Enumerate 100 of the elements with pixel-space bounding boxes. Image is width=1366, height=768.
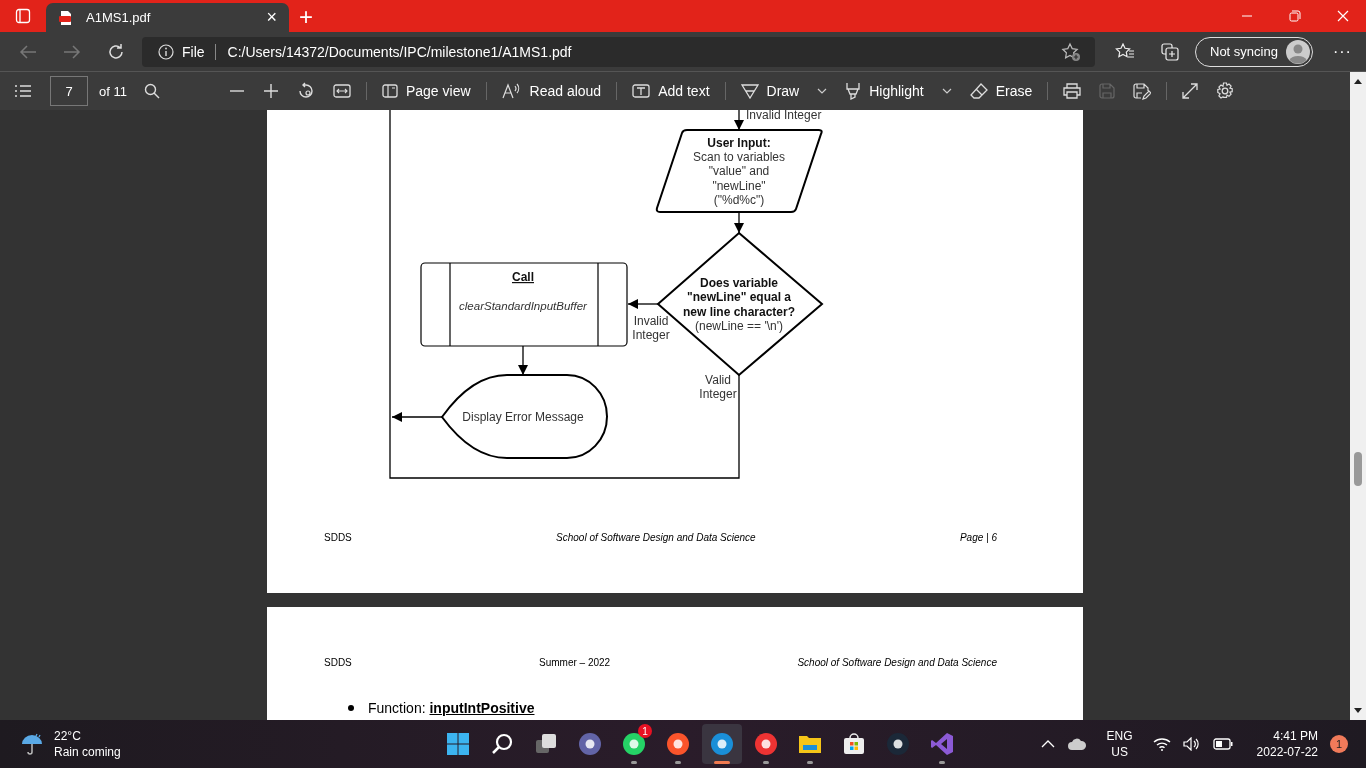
flow-arrow	[627, 298, 659, 310]
ribbon-logo-icon	[930, 732, 954, 756]
flow-label: Invalid Integer	[746, 110, 822, 122]
restore-icon[interactable]	[1289, 10, 1301, 22]
task-view-icon	[534, 732, 558, 756]
text-box-icon	[632, 84, 651, 98]
info-icon	[158, 43, 174, 60]
fit-width-icon[interactable]	[332, 84, 351, 98]
page-view-icon	[381, 83, 398, 99]
taskbar-app-button[interactable]: 1	[614, 724, 654, 764]
taskbar-app-button[interactable]	[702, 724, 742, 764]
scroll-down-icon[interactable]	[1354, 708, 1362, 714]
footer-left: SDDS	[324, 532, 352, 543]
language-indicator[interactable]: ENG US	[1106, 728, 1133, 760]
app-icon	[754, 732, 778, 756]
forward-arrow-icon[interactable]	[63, 43, 81, 60]
collections-icon[interactable]	[1160, 41, 1180, 62]
header-right: School of Software Design and Data Science	[797, 657, 997, 668]
address-field[interactable]: File C:/Users/14372/Documents/IPC/milestone1/A1MS1.pdf	[142, 36, 1095, 67]
running-indicator	[807, 761, 813, 764]
app-icon	[666, 732, 690, 756]
flow-label: Invalid Integer	[632, 314, 670, 343]
url-text: C:/Users/14372/Documents/IPC/milestone1/A1MS1.pdf	[227, 43, 572, 60]
eraser-icon	[969, 83, 988, 99]
notification-badge: 1	[638, 724, 652, 738]
scheme-label: File	[182, 43, 205, 60]
save-as-icon[interactable]	[1133, 82, 1152, 100]
flow-arrow	[517, 345, 529, 376]
function-name: clearStandardInputBuffer	[459, 300, 587, 312]
pen-icon	[740, 83, 759, 99]
browser-tab[interactable]: A1MS1.pdf ×	[46, 3, 289, 32]
fullscreen-icon[interactable]	[1182, 83, 1199, 99]
windows-logo-icon	[446, 732, 470, 756]
chevron-down-icon	[941, 88, 952, 94]
running-indicator	[939, 761, 945, 764]
header-center: Summer – 2022	[539, 657, 611, 668]
print-icon[interactable]	[1063, 83, 1082, 99]
flow-label: Valid Integer	[699, 373, 737, 402]
weather-forecast: Rain coming	[54, 744, 121, 760]
contents-icon[interactable]	[14, 84, 32, 98]
running-indicator	[631, 761, 637, 764]
pdf-file-icon	[58, 9, 74, 26]
running-indicator	[675, 761, 681, 764]
bullet-icon	[348, 705, 354, 711]
flow-arrow	[733, 110, 745, 131]
tab-actions-icon[interactable]	[15, 8, 31, 24]
new-tab-button[interactable]: +	[295, 4, 317, 30]
toolbar-tool-button[interactable]: Page view	[372, 79, 480, 103]
chevron-up-icon[interactable]	[1040, 740, 1055, 748]
app-icon	[710, 732, 734, 756]
decision-text: Does variable "newLine" equal a new line character? (newLine == '\n')	[683, 276, 795, 333]
search-icon[interactable]	[143, 83, 160, 99]
zoom-in-icon[interactable]	[262, 83, 279, 99]
footer-center: School of Software Design and Data Science	[556, 532, 756, 543]
favorites-icon[interactable]	[1115, 42, 1135, 61]
highlighter-icon	[845, 82, 862, 100]
add-favorite-icon[interactable]	[1061, 41, 1081, 62]
cloud-icon[interactable]	[1066, 737, 1087, 751]
umbrella-icon	[20, 732, 44, 756]
wifi-icon[interactable]	[1152, 737, 1171, 751]
running-indicator	[763, 761, 769, 764]
read-aloud-icon	[501, 83, 522, 99]
search-icon	[490, 732, 514, 756]
refresh-icon[interactable]	[107, 42, 125, 61]
toolbar-tool-button[interactable]: Add text	[623, 79, 719, 103]
header-left: SDDS	[324, 657, 352, 668]
temperature: 22°C	[54, 728, 82, 744]
toolbar-tool-button[interactable]: Erase	[960, 79, 1042, 103]
chevron-down-icon	[817, 88, 828, 94]
battery-icon[interactable]	[1212, 738, 1233, 750]
process-title: Call	[512, 270, 534, 284]
toolbar-tool-button[interactable]: Draw	[731, 79, 837, 103]
tab-title: A1MS1.pdf	[86, 10, 152, 25]
rotate-icon[interactable]	[296, 82, 315, 100]
page-count: of 11	[99, 83, 127, 99]
scroll-up-icon[interactable]	[1354, 78, 1362, 84]
close-tab-button[interactable]: ×	[264, 7, 279, 28]
input-text: User Input: Scan to variables "value" and "newLine" ("%d%c")	[692, 136, 786, 207]
close-icon[interactable]	[1337, 10, 1349, 22]
notification-count-badge[interactable]: 1	[1330, 735, 1348, 753]
speaker-icon[interactable]	[1182, 737, 1201, 751]
page-number: Page | 6	[959, 532, 997, 543]
back-arrow-icon[interactable]	[19, 43, 37, 60]
display-text: Display Error Message	[462, 410, 584, 424]
scrollbar[interactable]	[1350, 72, 1366, 720]
flow-arrow	[391, 411, 443, 423]
flow-arrow	[733, 211, 745, 234]
app-icon	[578, 732, 602, 756]
app-icon	[886, 732, 910, 756]
settings-icon[interactable]	[1216, 82, 1235, 100]
avatar-icon	[1285, 39, 1310, 64]
toolbar-tool-button[interactable]: Read aloud	[492, 79, 611, 103]
more-menu-button[interactable]: ···	[1326, 41, 1358, 62]
bullet-text: Function: inputIntPositive	[368, 700, 535, 716]
clock[interactable]: 4:41 PM 2022-07-22	[1256, 728, 1318, 760]
page-number-field[interactable]: 7	[50, 76, 88, 106]
toolbar-tool-button[interactable]: Highlight	[836, 78, 961, 104]
store-bag-icon	[842, 732, 866, 756]
scrollbar-thumb[interactable]	[1354, 452, 1362, 486]
running-indicator	[714, 761, 730, 764]
